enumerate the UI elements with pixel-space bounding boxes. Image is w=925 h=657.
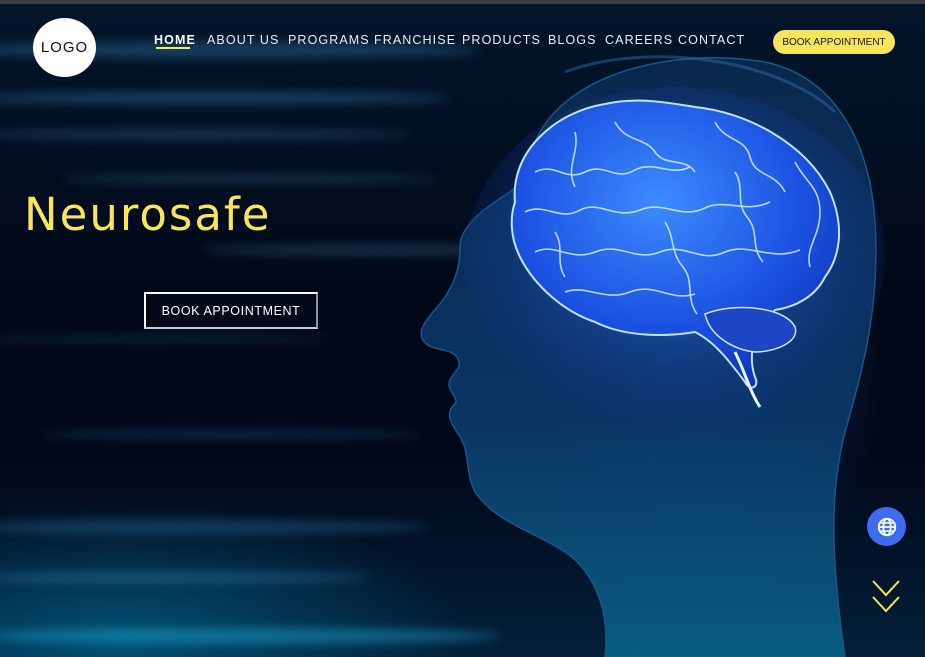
head-brain-illustration [420,55,885,657]
double-chevron-down-icon[interactable] [870,577,902,615]
nav-item-careers[interactable]: CAREERS [605,33,673,47]
hero-background: LOGO HOME ABOUT US PROGRAMS FRANCHISE PR… [0,0,925,657]
light-streak [0,572,370,583]
light-streak [0,130,410,139]
top-border [0,0,925,4]
language-button[interactable] [867,507,906,546]
light-streak [0,335,330,343]
nav-item-franchise[interactable]: FRANCHISE [374,33,456,47]
active-nav-underline [156,47,190,49]
light-streak [40,430,420,439]
light-streak [0,520,430,534]
nav-item-home[interactable]: HOME [154,33,196,47]
light-streak [60,175,440,183]
book-appointment-hero-button[interactable]: BOOK APPOINTMENT [144,292,318,329]
light-streak [0,92,450,104]
hero-title: Neurosafe [24,188,272,241]
logo[interactable]: LOGO [33,18,96,77]
book-appointment-header-button[interactable]: BOOK APPOINTMENT [773,30,895,54]
nav-item-blogs[interactable]: BLOGS [548,33,597,47]
nav-item-contact[interactable]: CONTACT [678,33,745,47]
nav-item-programs[interactable]: PROGRAMS [288,33,370,47]
nav-item-products[interactable]: PRODUCTS [462,33,541,47]
globe-icon [877,517,896,536]
nav-item-about-us[interactable]: ABOUT US [207,33,279,47]
